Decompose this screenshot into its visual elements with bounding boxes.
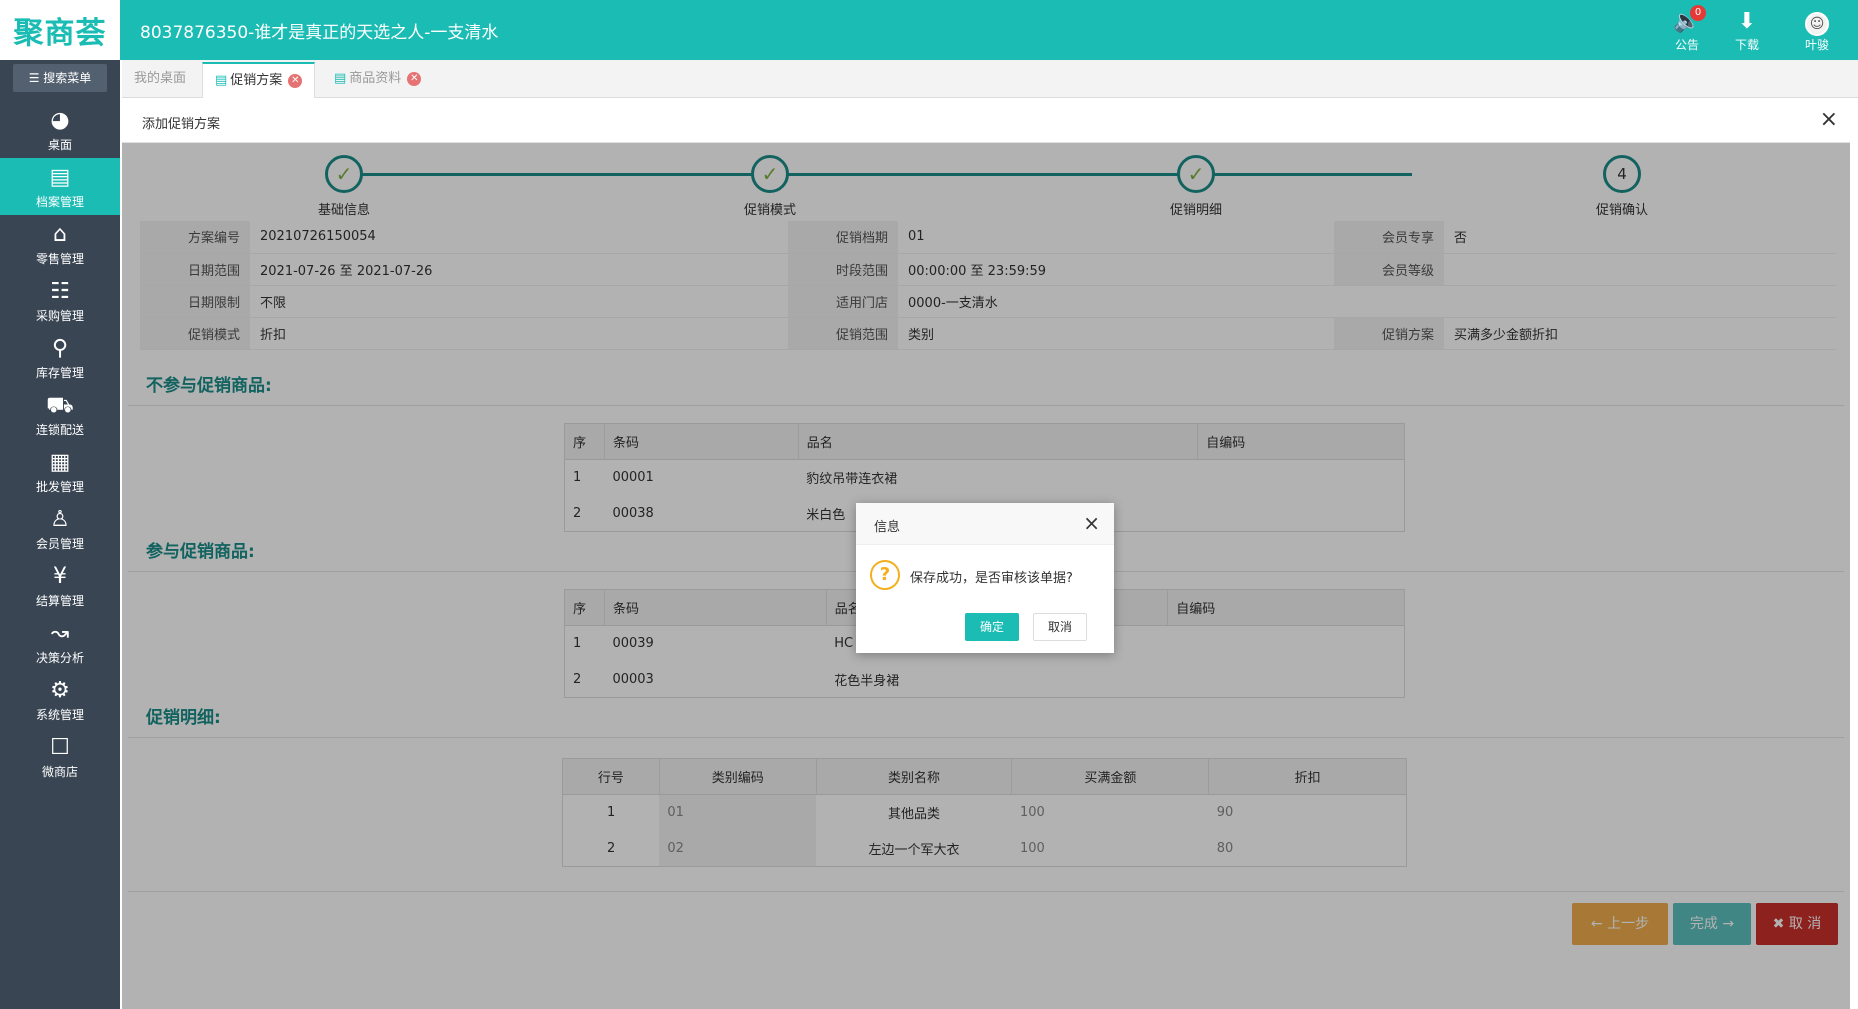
panel-title: 添加促销方案 [142, 117, 221, 132]
close-icon[interactable]: × [1820, 107, 1838, 132]
app-logo[interactable]: 聚商荟 [0, 0, 120, 60]
sidebar-item-settlement[interactable]: ¥ 结算管理 [0, 557, 120, 614]
download-label: 下载 [1734, 38, 1759, 52]
shop-bag-icon: ☐ [50, 735, 70, 760]
tab-bar: 我的桌面 ▤ 促销方案 ✕ ▤ 商品资料 ✕ [122, 60, 1858, 98]
sidebar-item-retail[interactable]: ⌂ 零售管理 [0, 215, 120, 272]
document-icon: ▤ [215, 73, 228, 88]
store-icon: ⌂ [53, 222, 67, 247]
member-icon: ♙ [50, 507, 70, 532]
sidebar-item-label: 采购管理 [35, 309, 84, 323]
chart-icon: ↝ [50, 621, 70, 646]
notice-label: 公告 [1674, 38, 1699, 52]
top-header: 聚商荟 8037876350-谁才是真正的天选之人-一支清水 🔈 0 公告 ⬇ … [0, 0, 1858, 60]
dialog-header: 信息 × [856, 503, 1114, 545]
search-menu-label: 搜索菜单 [43, 71, 92, 85]
confirm-cancel-button[interactable]: 取消 [1033, 613, 1088, 641]
sidebar-item-microshop[interactable]: ☐ 微商店 [0, 728, 120, 785]
gear-icon: ⚙ [50, 678, 70, 703]
avatar-icon: ☺ [1805, 12, 1829, 36]
sidebar-item-label: 系统管理 [35, 708, 84, 722]
close-icon[interactable]: × [1083, 511, 1100, 535]
download-icon: ⬇ [1737, 9, 1757, 34]
sidebar: ☰ 搜索菜单 ◕ 桌面 ▤ 档案管理 ⌂ 零售管理 ☷ 采购管理 ⚲ 库存管理 … [0, 60, 120, 1009]
confirm-ok-button[interactable]: 确定 [965, 613, 1020, 641]
sidebar-item-analysis[interactable]: ↝ 决策分析 [0, 614, 120, 671]
sidebar-item-label: 微商店 [41, 765, 78, 779]
sidebar-item-member[interactable]: ♙ 会员管理 [0, 500, 120, 557]
sidebar-item-label: 桌面 [47, 138, 72, 152]
user-menu[interactable]: ☺ 叶骏 [1792, 8, 1842, 53]
settlement-icon: ¥ [53, 564, 67, 589]
sidebar-item-distribution[interactable]: ⛟ 连锁配送 [0, 386, 120, 443]
sidebar-item-label: 结算管理 [35, 594, 84, 608]
menu-search-icon: ☰ [28, 71, 40, 85]
user-name: 叶骏 [1804, 38, 1829, 52]
dialog-message: 保存成功，是否审核该单据? [910, 571, 1073, 586]
tab-promotion-plan[interactable]: ▤ 促销方案 ✕ [202, 62, 316, 98]
store-title: 8037876350-谁才是真正的天选之人-一支清水 [140, 23, 499, 43]
tab-label: 我的桌面 [134, 71, 187, 86]
sidebar-item-label: 会员管理 [35, 537, 84, 551]
truck-icon: ⛟ [46, 393, 74, 418]
sidebar-item-label: 库存管理 [35, 366, 84, 380]
close-icon[interactable]: ✕ [288, 73, 303, 88]
sidebar-item-archive[interactable]: ▤ 档案管理 [0, 158, 120, 215]
download-button[interactable]: ⬇ 下载 [1722, 8, 1772, 53]
sidebar-item-label: 零售管理 [35, 252, 84, 266]
search-menu-button[interactable]: ☰ 搜索菜单 [13, 64, 107, 92]
sidebar-item-desktop[interactable]: ◕ 桌面 [0, 101, 120, 158]
sidebar-item-label: 批发管理 [35, 480, 84, 494]
wholesale-icon: ▦ [49, 450, 71, 475]
close-icon[interactable]: ✕ [407, 71, 422, 86]
cart-icon: ☷ [50, 279, 70, 304]
tab-my-desktop[interactable]: 我的桌面 [122, 62, 198, 98]
archive-icon: ▤ [49, 165, 71, 190]
question-icon: ? [870, 560, 900, 590]
tab-label: 促销方案 [230, 73, 283, 88]
sidebar-item-purchase[interactable]: ☷ 采购管理 [0, 272, 120, 329]
sidebar-item-label: 档案管理 [35, 195, 84, 209]
confirm-dialog: 信息 × ? 保存成功，是否审核该单据? 确定 取消 [856, 503, 1114, 653]
inventory-search-icon: ⚲ [51, 336, 69, 361]
sidebar-item-label: 决策分析 [35, 651, 84, 665]
sidebar-item-system[interactable]: ⚙ 系统管理 [0, 671, 120, 728]
sidebar-item-wholesale[interactable]: ▦ 批发管理 [0, 443, 120, 500]
dashboard-icon: ◕ [50, 108, 70, 133]
panel-header: 添加促销方案 × [122, 99, 1850, 143]
tab-product-info[interactable]: ▤ 商品资料 ✕ [322, 62, 433, 98]
dialog-title: 信息 [874, 520, 901, 535]
tab-label: 商品资料 [349, 71, 402, 86]
document-icon: ▤ [334, 71, 347, 86]
notice-button[interactable]: 🔈 0 公告 [1662, 5, 1712, 53]
sidebar-item-label: 连锁配送 [35, 423, 84, 437]
notice-count-badge: 0 [1690, 5, 1706, 21]
sidebar-item-inventory[interactable]: ⚲ 库存管理 [0, 329, 120, 386]
